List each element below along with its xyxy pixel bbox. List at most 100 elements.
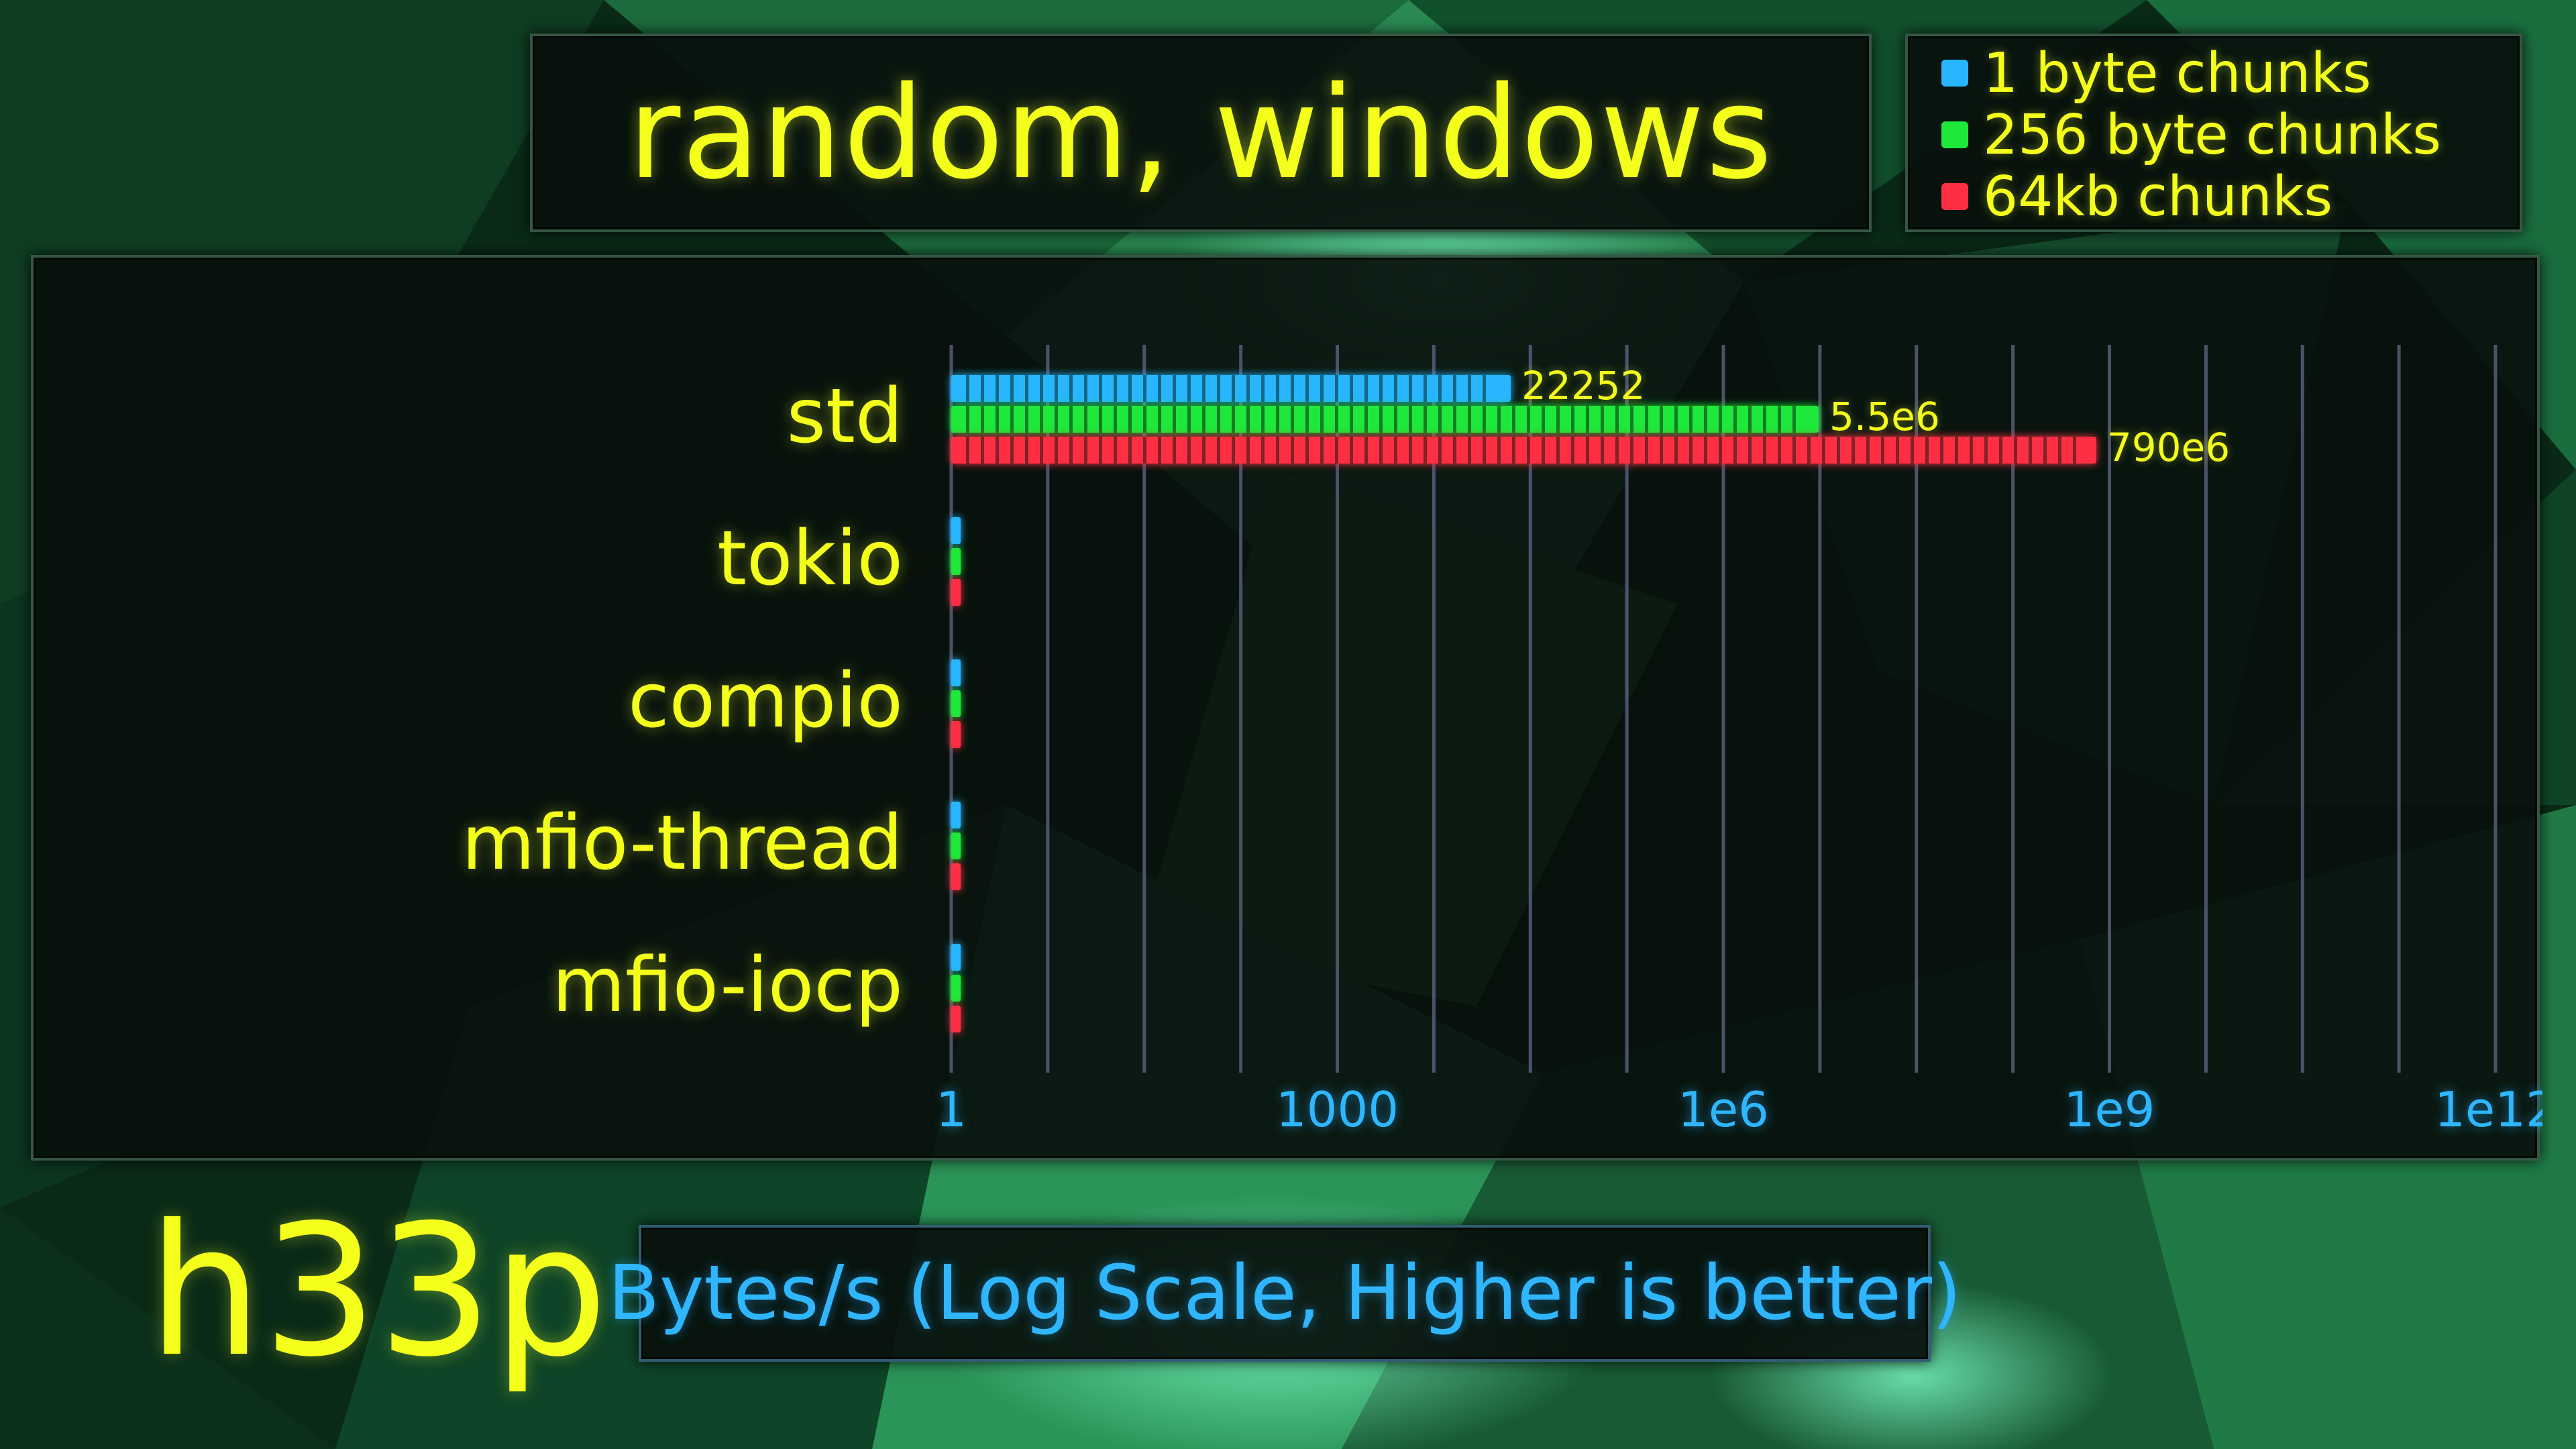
bar-segment-divider (1232, 437, 1235, 464)
bar-segment-divider (1055, 437, 1058, 464)
legend-label-64kb: 64kb chunks (1983, 164, 2333, 229)
bar-segment-divider (996, 375, 999, 402)
bar-segment-divider (1645, 406, 1648, 433)
bar-segment-divider (1350, 375, 1353, 402)
bar-segment-divider (1084, 375, 1087, 402)
bar-segment-divider (1645, 437, 1648, 464)
bar-segment-divider (1881, 437, 1884, 464)
bar-segment-divider (1291, 437, 1294, 464)
bar-segment-divider (1320, 406, 1324, 433)
bar-segment-divider (1364, 375, 1368, 402)
legend-label-256-byte: 256 byte chunks (1983, 103, 2442, 167)
watermark-text: h33p (148, 1185, 608, 1397)
bar-segment-divider (1010, 375, 1014, 402)
bar-segment-divider (981, 437, 984, 464)
category-label: compio (628, 657, 903, 745)
bar-segment-divider (1010, 437, 1014, 464)
bar-segment-divider (1114, 406, 1117, 433)
bar-segment-divider (1335, 406, 1338, 433)
bar-segment-divider (1291, 375, 1294, 402)
bar-segment-divider (1055, 406, 1058, 433)
bar-segment-divider (1674, 437, 1678, 464)
bar-segment-divider (996, 406, 999, 433)
bar-segment-divider (1409, 437, 1412, 464)
bar-segment-divider (1970, 437, 1973, 464)
bar (951, 548, 961, 575)
chart-title: random, windows (628, 58, 1774, 207)
x-axis-label: Bytes/s (Log Scale, Higher is better) (608, 1250, 1962, 1337)
bar-segment-divider (1217, 437, 1220, 464)
bar-segment-divider (1542, 406, 1545, 433)
bar-segment-divider (1128, 375, 1132, 402)
bar-segment-divider (1453, 437, 1456, 464)
bar-segment-divider (1305, 406, 1309, 433)
bar-segment-divider (1143, 406, 1146, 433)
bar-segment-divider (1556, 437, 1560, 464)
bar-segment-divider (1689, 406, 1693, 433)
bar-segment-divider (1512, 437, 1515, 464)
bars (951, 375, 2096, 1032)
bar-segment-divider (1955, 437, 1958, 464)
bar-segment-divider (1409, 406, 1412, 433)
bar-segment-divider (1999, 437, 2002, 464)
bar-segment-divider (1364, 437, 1368, 464)
bar-segment-divider (1261, 406, 1265, 433)
bar-segment-divider (1010, 406, 1014, 433)
bar (951, 437, 2096, 464)
bar-segment-divider (1276, 375, 1279, 402)
bar-segment-divider (1630, 406, 1633, 433)
bar-segment-divider (1822, 437, 1825, 464)
bar-segment-divider (2029, 437, 2032, 464)
legend-swatch-256-byte (1941, 121, 1968, 148)
bar-segment-divider (1350, 437, 1353, 464)
bar-segment-divider (1069, 375, 1073, 402)
bar-segment-divider (1630, 437, 1633, 464)
bar-segment-divider (1143, 437, 1146, 464)
bar-segment-divider (1453, 375, 1456, 402)
bar (951, 833, 961, 859)
bar-segment-divider (1246, 437, 1250, 464)
bar-segment-divider (1025, 406, 1028, 433)
bar-segment-divider (1069, 406, 1073, 433)
bar-segment-divider (1291, 406, 1294, 433)
bar-segment-divider (1202, 406, 1205, 433)
bar-chart: 1 1000 1e6 1e9 1e12 std 22252 5.5e6 790e6 tokio co… (462, 345, 2542, 1138)
bar-segment-divider (1099, 406, 1102, 433)
bar (951, 721, 961, 748)
bar-segment-divider (1778, 437, 1781, 464)
data-label: 22252 (1521, 363, 1646, 409)
bar-segment-divider (1187, 437, 1191, 464)
bar-segment-divider (1128, 437, 1132, 464)
bar-segment-divider (1394, 437, 1397, 464)
legend-item-1-byte: 1 byte chunks (1941, 42, 2371, 105)
bar-segment-divider (1468, 437, 1471, 464)
bar-segment-divider (1424, 406, 1427, 433)
bar-segment-divider (1217, 375, 1220, 402)
bar-segment-divider (1040, 406, 1043, 433)
bar-segment-divider (1114, 375, 1117, 402)
bar-segment-divider (1483, 437, 1486, 464)
bar (951, 1006, 961, 1032)
bar-segment-divider (1925, 437, 1929, 464)
bar-segment-divider (981, 375, 984, 402)
bar-segment-divider (2058, 437, 2061, 464)
bar (951, 863, 961, 890)
category-label: mfio-iocp (552, 942, 903, 1029)
bar-segment-divider (1453, 406, 1456, 433)
bar (951, 659, 961, 686)
bar-segment-divider (1748, 406, 1752, 433)
bar (951, 944, 961, 971)
bar-segment-divider (1733, 437, 1737, 464)
bar-segment-divider (1660, 406, 1663, 433)
bar-segment-divider (1719, 437, 1722, 464)
bar (951, 975, 961, 1002)
bar-segment-divider (1305, 375, 1309, 402)
bar-segment-divider (1364, 406, 1368, 433)
bar-segment-divider (1542, 437, 1545, 464)
bar-segment-divider (1084, 406, 1087, 433)
bar-segment-divider (1379, 437, 1383, 464)
bar-segment-divider (1763, 437, 1766, 464)
bar-segment-divider (1335, 375, 1338, 402)
legend-swatch-1-byte (1941, 60, 1968, 87)
bar-segment-divider (1527, 437, 1530, 464)
